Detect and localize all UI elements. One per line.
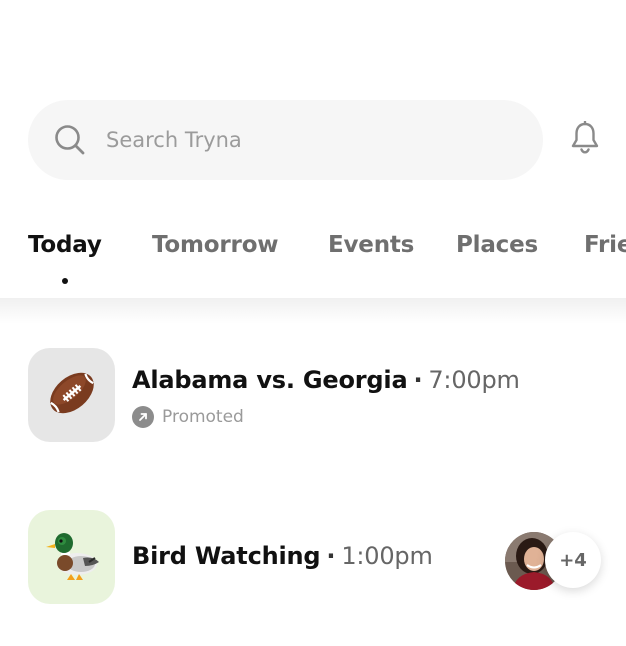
event-time: 1:00pm: [341, 542, 433, 570]
tab-today[interactable]: Today: [28, 232, 102, 258]
event-name: Alabama vs. Georgia: [132, 366, 408, 394]
item-title: Alabama vs. Georgia · 7:00pm: [132, 366, 520, 394]
tab-bar: Today Tomorrow Events Places Frie: [0, 222, 626, 300]
list-item[interactable]: Bird Watching · 1:00pm +4: [28, 510, 626, 604]
item-thumbnail: [28, 348, 115, 442]
promoted-badge: Promoted: [132, 406, 244, 428]
search-icon: [54, 124, 86, 156]
attendees-avatars[interactable]: +4: [505, 532, 605, 592]
search-input[interactable]: [106, 128, 486, 152]
event-name: Bird Watching: [132, 542, 321, 570]
tab-friends[interactable]: Frie: [584, 232, 626, 258]
bell-icon: [570, 120, 600, 159]
separator: ·: [326, 542, 336, 570]
separator: ·: [413, 366, 423, 394]
item-title: Bird Watching · 1:00pm: [132, 542, 433, 570]
item-thumbnail: [28, 510, 115, 604]
more-attendees-count[interactable]: +4: [545, 532, 601, 588]
football-icon: [45, 366, 99, 424]
active-tab-indicator: [62, 278, 68, 284]
search-bar[interactable]: [28, 100, 543, 180]
tabs-divider-shadow: [0, 298, 626, 324]
tab-places[interactable]: Places: [456, 232, 538, 258]
event-time: 7:00pm: [428, 366, 520, 394]
notifications-button[interactable]: [568, 120, 602, 159]
list-item[interactable]: Alabama vs. Georgia · 7:00pm Promoted: [28, 348, 626, 442]
tab-tomorrow[interactable]: Tomorrow: [152, 232, 279, 258]
tab-events[interactable]: Events: [328, 232, 414, 258]
arrow-up-right-icon: [132, 406, 154, 428]
screen: Today Tomorrow Events Places Frie: [0, 0, 626, 646]
duck-icon: [43, 528, 101, 586]
promoted-label: Promoted: [162, 407, 244, 427]
